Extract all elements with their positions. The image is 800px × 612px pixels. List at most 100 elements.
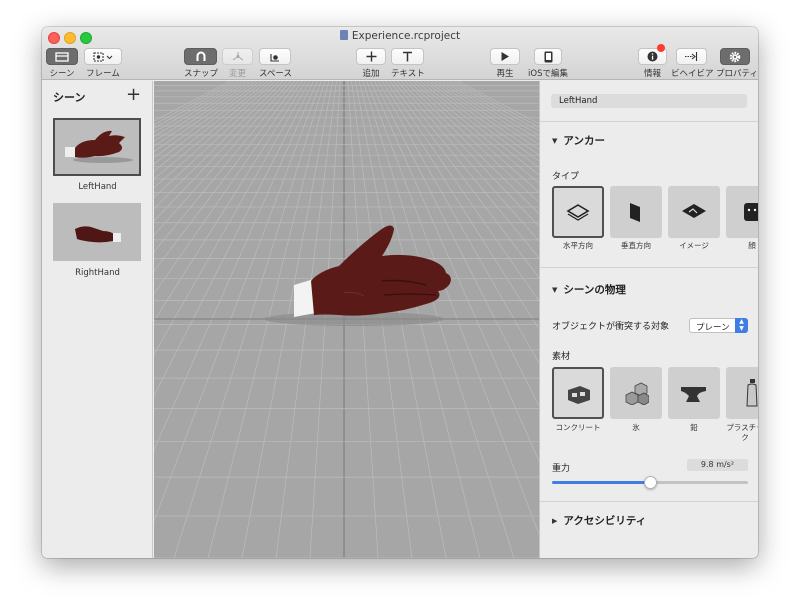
transform-label: 変更 — [228, 69, 246, 79]
info-label: 情報 — [643, 69, 661, 79]
space-label: スペース — [259, 69, 292, 79]
physics-section-title: シーンの物理 — [563, 284, 626, 296]
viewport-3d[interactable] — [154, 81, 539, 558]
material-concrete[interactable] — [552, 367, 604, 419]
text-button[interactable]: テキスト — [391, 48, 425, 79]
frame-icon — [84, 48, 122, 65]
gravity-value-field[interactable]: 9.8 m/s² — [687, 459, 748, 471]
anchor-section-header[interactable]: ▼ アンカー — [552, 133, 605, 148]
properties-button[interactable]: プロパティ — [716, 48, 758, 79]
scenes-sidebar: シーン + LeftHand RightHand — [42, 81, 153, 558]
gravity-slider[interactable] — [552, 476, 748, 489]
add-scene-icon[interactable]: + — [126, 84, 141, 105]
anchor-type-vertical[interactable] — [610, 186, 662, 238]
gravity-slider-fill — [552, 481, 650, 484]
anchor-type-image[interactable] — [668, 186, 720, 238]
anchor-type-label: タイプ — [552, 172, 580, 182]
anchor-type-horizontal[interactable] — [552, 186, 604, 238]
inspector-panel: LeftHand ▼ アンカー タイプ 水平方向 垂直方向 イメージ 顔 ▼ シーン… — [539, 81, 758, 558]
collides-with-value: プレーン — [696, 323, 730, 333]
play-button[interactable]: 再生 — [490, 48, 520, 79]
notification-badge — [657, 44, 665, 52]
collides-with-popup[interactable]: プレーン ▲ ▼ — [689, 318, 748, 333]
vertical-plane-icon — [630, 203, 640, 222]
snap-button[interactable]: スナップ — [184, 48, 219, 79]
material-ice[interactable] — [610, 367, 662, 419]
material-caption: コンクリート — [555, 423, 601, 432]
behaviors-button[interactable]: ビヘイビア — [671, 48, 714, 79]
entity-name-field[interactable]: LeftHand — [551, 94, 747, 108]
transform-button[interactable]: 変更 — [222, 48, 253, 79]
horizontal-plane-icon — [566, 204, 590, 221]
play-icon — [490, 48, 520, 65]
scenes-toggle-label: シーン — [49, 69, 75, 79]
material-caption: プラスチック — [726, 423, 758, 442]
app-window: Experience.rcproject シーン フレーム スナップ 変更 スペ… — [42, 27, 758, 558]
face-anchor-icon — [744, 203, 758, 221]
sidebar-icon — [46, 48, 78, 65]
add-button[interactable]: 追加 — [356, 48, 386, 79]
divider — [540, 121, 758, 122]
disclosure-right-icon: ▶ — [552, 517, 558, 525]
frame-button[interactable]: フレーム — [84, 48, 122, 79]
edit-on-ios-label: iOSで編集 — [528, 69, 568, 79]
divider — [540, 501, 758, 502]
title-bar: Experience.rcproject シーン フレーム スナップ 変更 スペ… — [42, 27, 758, 80]
magnet-icon — [184, 48, 217, 65]
scene-label-lefthand: LeftHand — [78, 182, 117, 192]
chevron-updown-icon: ▲ ▼ — [735, 318, 748, 333]
material-label: 素材 — [552, 352, 571, 362]
anchor-type-caption: イメージ — [679, 241, 709, 250]
window-title: Experience.rcproject — [42, 30, 758, 42]
edit-on-ios-button[interactable]: iOSで編集 — [528, 48, 568, 79]
anvil-icon — [681, 387, 706, 402]
concrete-block-icon — [568, 386, 590, 404]
glove-thumbnail-icon — [75, 226, 121, 243]
material-plastic[interactable] — [726, 367, 758, 419]
anchor-type-face[interactable] — [726, 186, 758, 238]
anchor-type-caption: 垂直方向 — [621, 241, 651, 250]
space-icon — [259, 48, 291, 65]
properties-label: プロパティ — [716, 69, 758, 79]
window-title-text: Experience.rcproject — [351, 30, 461, 42]
scene-thumbnail-lefthand[interactable] — [53, 118, 141, 176]
info-button[interactable]: 情報 — [638, 44, 667, 79]
snap-label: スナップ — [184, 69, 219, 79]
gravity-label: 重力 — [552, 464, 571, 474]
text-icon — [391, 48, 424, 65]
collides-with-label: オブジェクトが衝突する対象 — [552, 322, 670, 332]
plus-icon — [356, 48, 386, 65]
material-lead[interactable] — [668, 367, 720, 419]
disclosure-down-icon: ▼ — [552, 137, 558, 145]
ipad-icon — [534, 48, 562, 65]
ice-cubes-icon — [625, 382, 649, 405]
glove-model-icon[interactable] — [154, 81, 539, 558]
gear-icon — [720, 48, 750, 65]
text-label: テキスト — [391, 69, 425, 79]
plastic-bottle-icon — [746, 379, 758, 407]
gravity-slider-knob[interactable] — [644, 476, 657, 489]
frame-label: フレーム — [86, 69, 120, 79]
play-label: 再生 — [496, 69, 514, 79]
disclosure-down-icon: ▼ — [552, 286, 558, 294]
scene-thumbnail-righthand[interactable] — [53, 203, 141, 261]
physics-section-header[interactable]: ▼ シーンの物理 — [552, 282, 626, 297]
behaviors-icon — [675, 48, 707, 65]
accessibility-section-header[interactable]: ▶ アクセシビリティ — [552, 513, 646, 528]
info-icon — [638, 44, 667, 65]
divider — [540, 267, 758, 268]
material-caption: 氷 — [632, 423, 640, 432]
glove-thumbnail-icon — [65, 130, 133, 163]
anchor-section-title: アンカー — [563, 135, 605, 147]
space-button[interactable]: スペース — [259, 48, 292, 79]
image-anchor-icon — [682, 204, 706, 218]
accessibility-section-title: アクセシビリティ — [563, 515, 647, 527]
transform-icon — [222, 48, 253, 65]
material-caption: 鉛 — [690, 423, 698, 432]
scenes-toggle[interactable]: シーン — [46, 48, 78, 79]
scene-label-righthand: RightHand — [75, 268, 120, 278]
document-icon — [339, 30, 348, 40]
anchor-type-caption: 水平方向 — [563, 241, 593, 250]
add-label: 追加 — [362, 69, 380, 79]
behaviors-label: ビヘイビア — [671, 69, 714, 79]
